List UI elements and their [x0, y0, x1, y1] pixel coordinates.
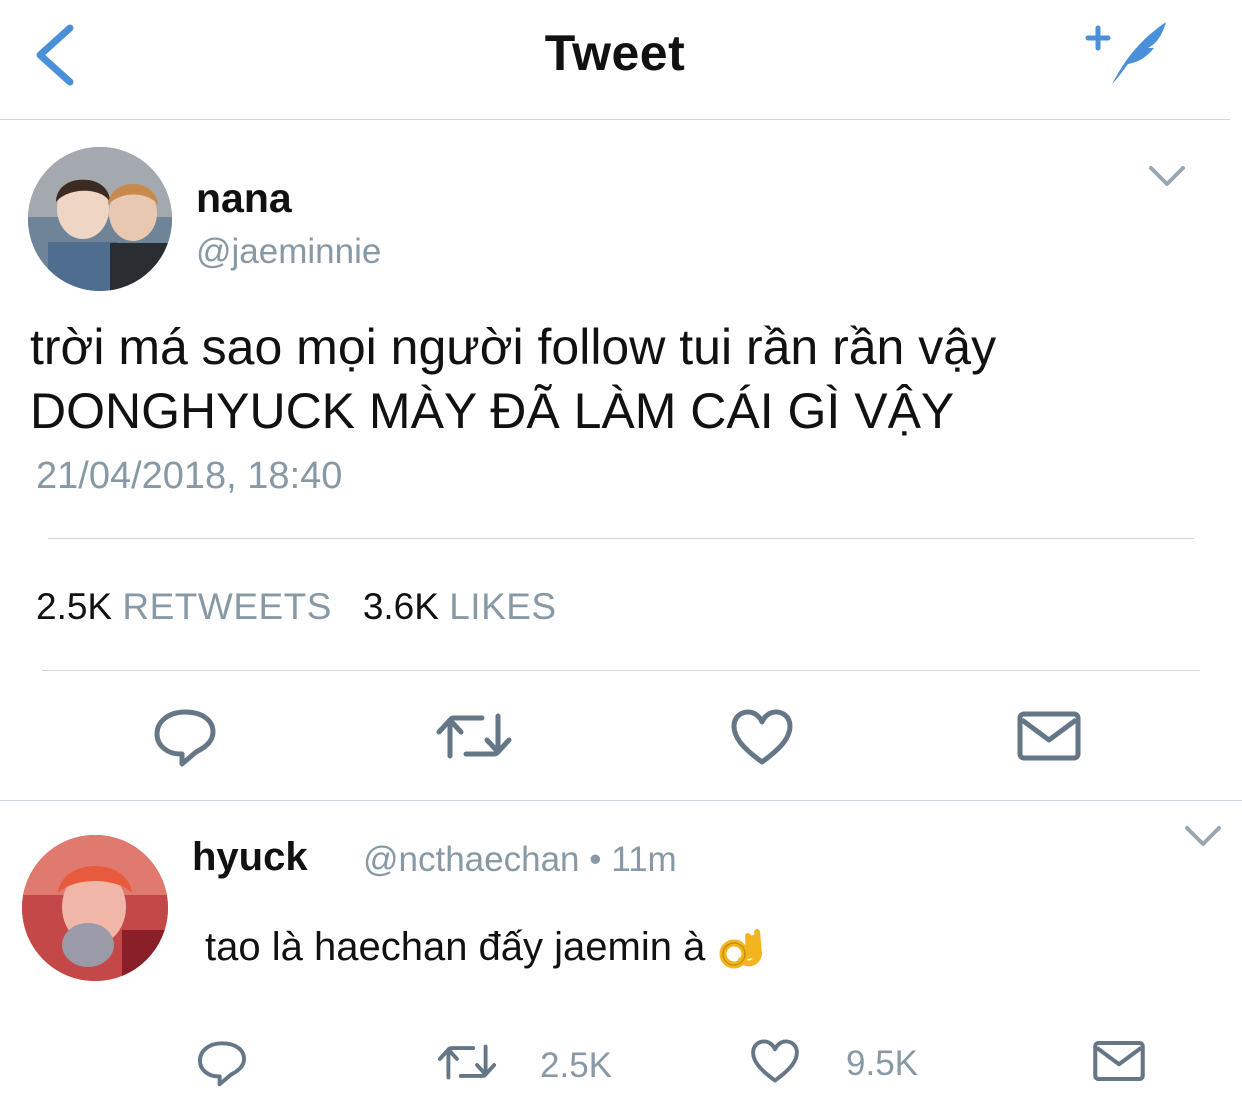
tweet-text-line: DONGHYUCK MÀY ĐÃ LÀM CÁI GÌ VẬY [30, 383, 955, 439]
engagement-stats: 2.5K RETWEETS 3.6K LIKES [36, 586, 557, 628]
author-name[interactable]: nana [196, 175, 292, 222]
reply-text-row: tao là haechan đấy jaemin à [205, 925, 763, 972]
tweet-text: trời má sao mọi người follow tui rần rần… [30, 315, 1220, 443]
avatar[interactable] [28, 147, 172, 291]
likes-label: LIKES [449, 586, 557, 627]
ok-hand-emoji-icon [719, 929, 763, 969]
chevron-down-icon[interactable] [1181, 820, 1225, 850]
header-divider [0, 119, 1230, 120]
likes-stat[interactable]: 3.6K LIKES [363, 586, 557, 627]
message-icon[interactable] [1016, 710, 1082, 762]
reply-icon[interactable] [152, 706, 218, 768]
page-title: Tweet [544, 25, 686, 81]
tweet-text-line: trời má sao mọi người follow tui rần rần… [30, 319, 997, 375]
compose-tweet-icon[interactable] [1082, 14, 1172, 90]
avatar[interactable] [22, 835, 168, 981]
author-handle[interactable]: @jaeminnie [196, 232, 381, 272]
retweet-icon[interactable] [436, 1040, 498, 1084]
likes-count: 3.6K [362, 586, 439, 627]
divider [42, 670, 1200, 671]
reply-meta: @ncthaechan • 11m [363, 840, 677, 879]
retweets-label: RETWEETS [122, 586, 332, 627]
divider [48, 538, 1194, 539]
divider [0, 800, 1242, 801]
chevron-down-icon[interactable] [1145, 160, 1189, 190]
reply-icon[interactable] [196, 1038, 248, 1088]
retweets-stat[interactable]: 2.5K RETWEETS [36, 586, 332, 627]
reply-author-name[interactable]: hyuck [192, 835, 308, 880]
message-icon[interactable] [1092, 1038, 1146, 1084]
like-icon[interactable] [750, 1038, 800, 1084]
retweets-count: 2.5K [36, 586, 113, 627]
reply-text: tao là haechan đấy jaemin à [205, 925, 706, 969]
like-icon[interactable] [730, 708, 794, 766]
tweet-timestamp: 21/04/2018, 18:40 [36, 455, 343, 497]
reply-retweets-count: 2.5K [540, 1046, 612, 1085]
reply-likes-count: 9.5K [846, 1044, 918, 1083]
retweet-icon[interactable] [434, 708, 514, 764]
